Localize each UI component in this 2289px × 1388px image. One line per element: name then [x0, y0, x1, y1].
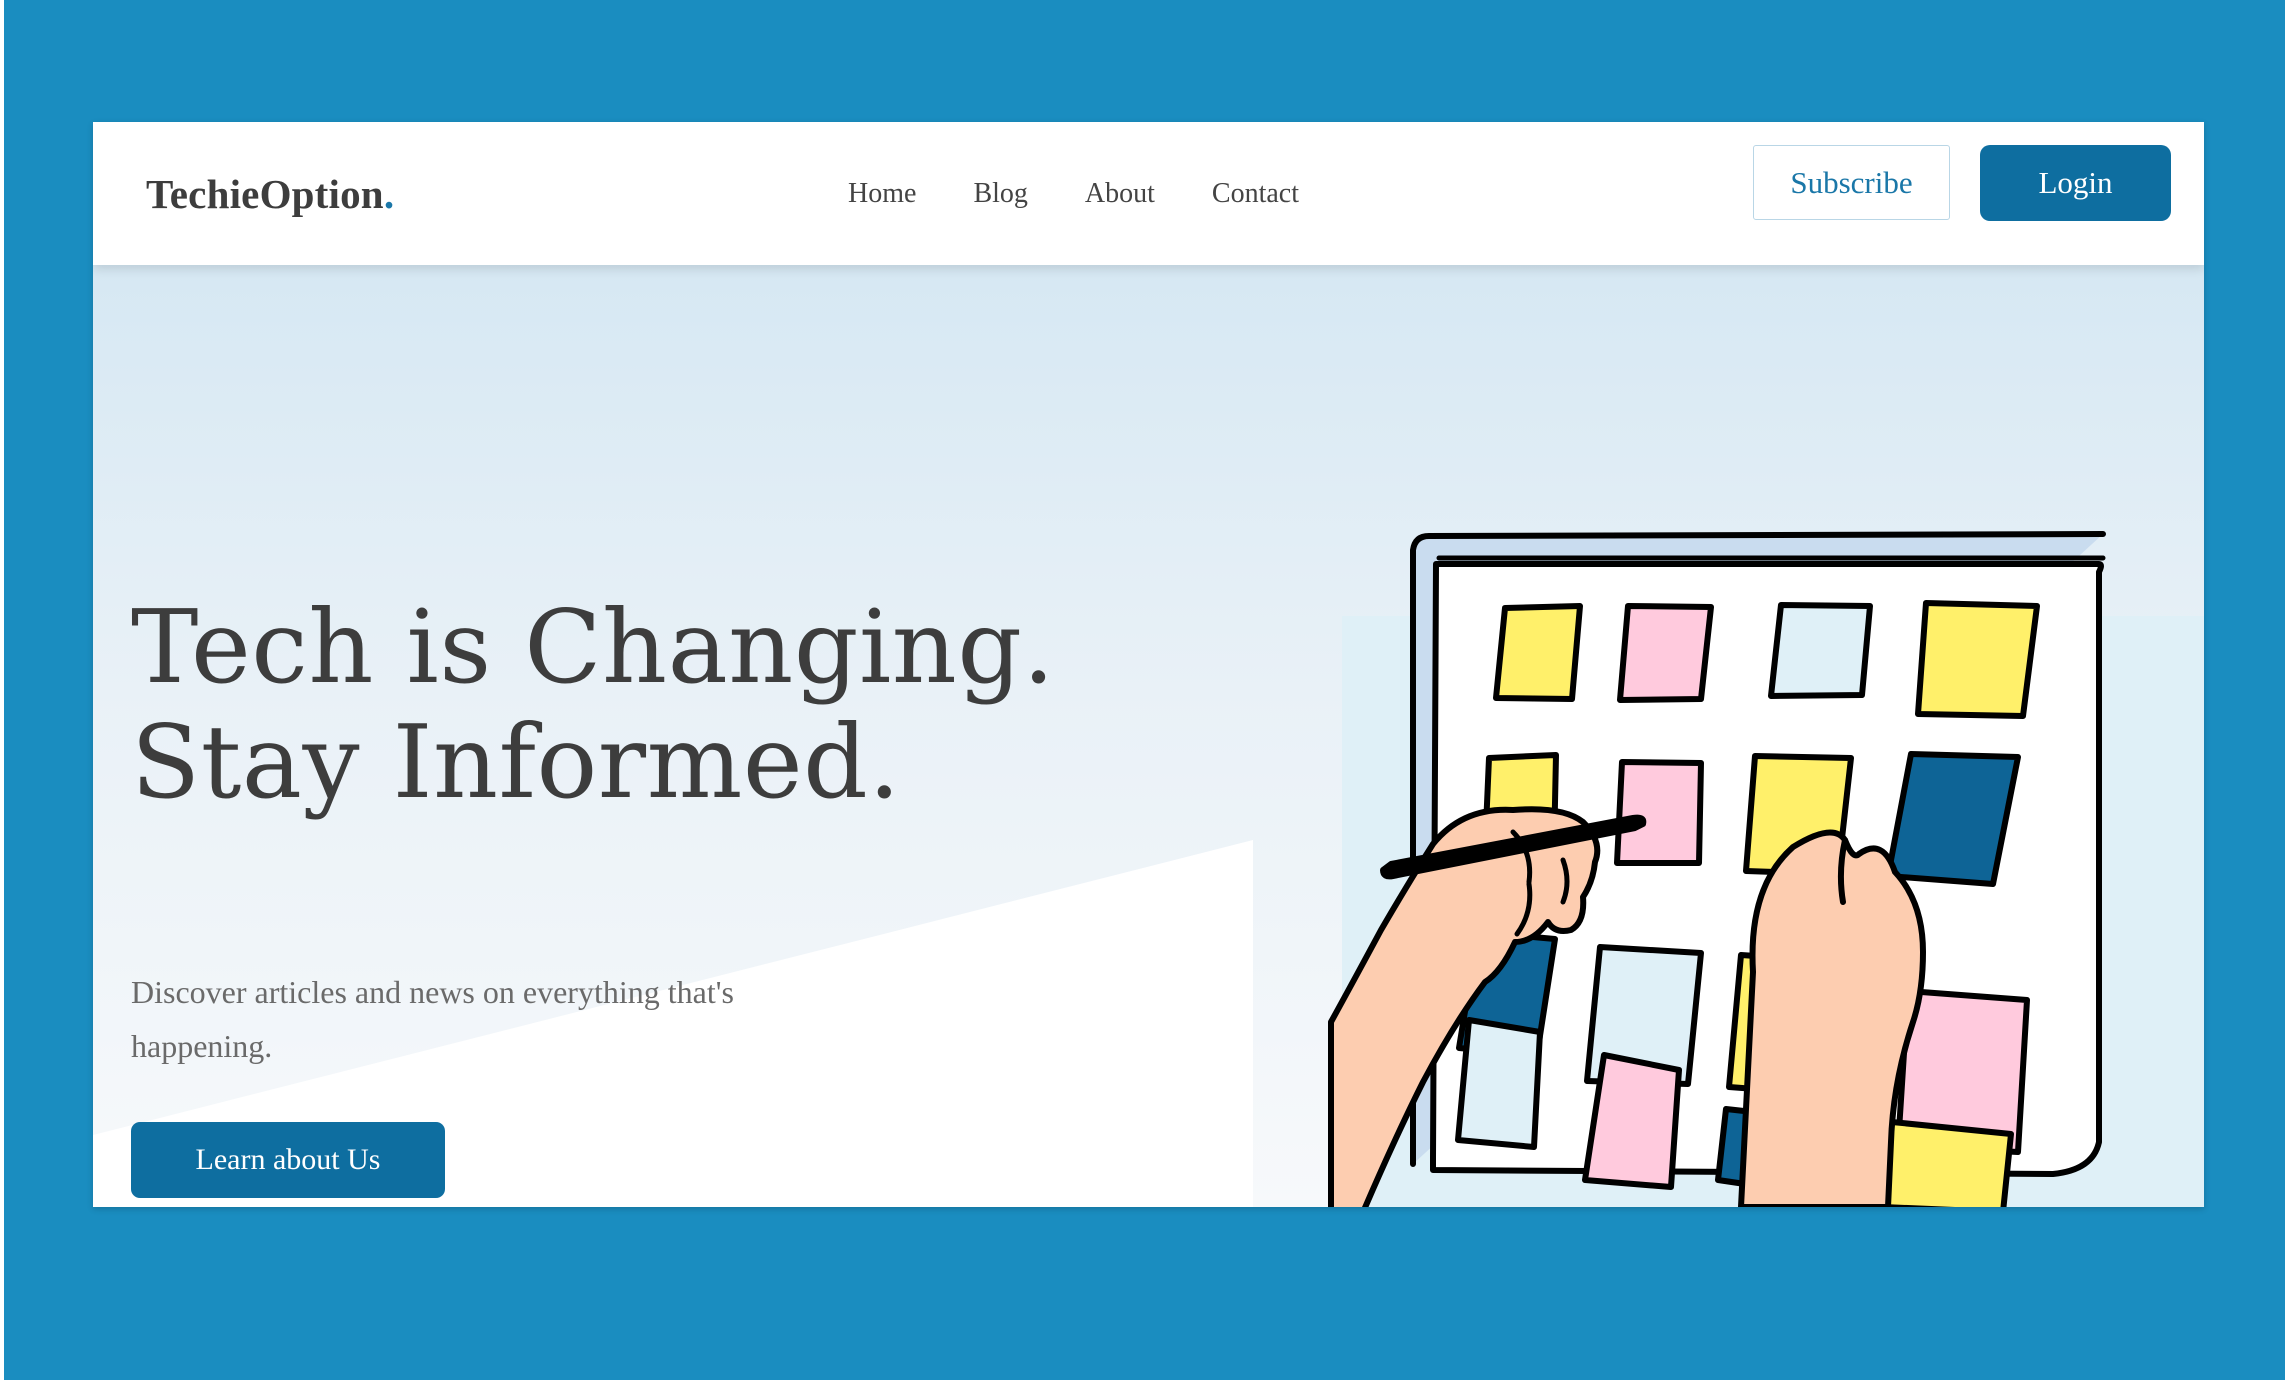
page-background: TechieOption. Home Blog About Contact Su…: [4, 0, 2285, 1380]
nav-link-blog[interactable]: Blog: [973, 178, 1027, 210]
nav-link-home[interactable]: Home: [848, 178, 916, 210]
sticky-notes-board-illustration: [1328, 531, 2204, 1207]
hero-title-line-1: Tech is Changing.: [131, 588, 1056, 706]
navbar: TechieOption. Home Blog About Contact Su…: [93, 122, 2204, 265]
website-card: TechieOption. Home Blog About Contact Su…: [93, 122, 2204, 1207]
brand-name: TechieOption: [146, 171, 384, 217]
learn-about-us-button[interactable]: Learn about Us: [131, 1122, 445, 1198]
nav-link-contact[interactable]: Contact: [1212, 178, 1299, 210]
login-button[interactable]: Login: [1980, 145, 2171, 221]
brand-logo[interactable]: TechieOption.: [146, 170, 394, 218]
brand-dot: .: [383, 171, 395, 217]
hero-title-line-2: Stay Informed.: [131, 703, 901, 821]
hero-subtitle: Discover articles and news on everything…: [131, 974, 734, 1064]
subscribe-button[interactable]: Subscribe: [1753, 145, 1950, 220]
nav-links: Home Blog About Contact: [848, 178, 1356, 210]
nav-link-about[interactable]: About: [1085, 178, 1155, 210]
hero-title: Tech is Changing. Stay Informed.: [131, 590, 1055, 820]
